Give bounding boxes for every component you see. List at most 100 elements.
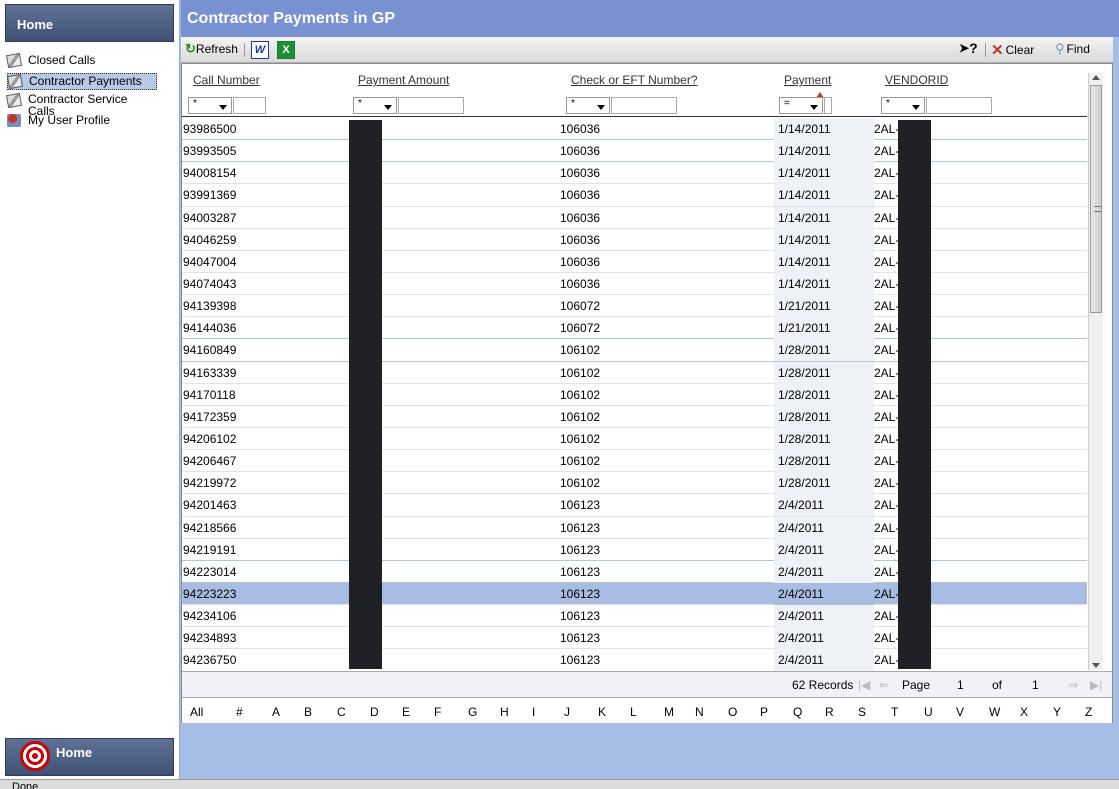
column-header-check-number[interactable]: Check or EFT Number? [571,73,698,87]
redaction-bar-vendorid [898,120,931,669]
table-row[interactable]: 94223223 106123 2/4/2011 2AL- [182,582,1087,606]
table-row[interactable]: 94219191 106123 2/4/2011 2AL- [182,538,1087,561]
refresh-button[interactable]: ↻ Refresh [185,41,238,57]
check-number-cell: 106102 [560,387,601,402]
home-footer-button[interactable]: Home [5,738,174,776]
filter-value-input[interactable] [926,97,992,114]
alpha-filter-link[interactable]: D [370,705,379,719]
alpha-filter-link[interactable]: M [664,705,674,719]
table-row[interactable]: 94074043 106036 1/14/2011 2AL- [182,272,1087,296]
nav-item-contractor-service-calls[interactable]: Contractor Service Calls [5,92,167,117]
alpha-filter-link[interactable]: Y [1053,705,1061,719]
target-icon [20,741,50,771]
filter-operator-select[interactable]: * [188,97,232,114]
table-row[interactable]: 94008154 106036 1/14/2011 2AL- [182,162,1087,185]
help-cursor-icon[interactable]: ➤? [959,40,978,56]
alpha-filter-link[interactable]: P [760,705,768,719]
table-row[interactable]: 94206102 106102 1/28/2011 2AL- [182,427,1087,451]
alpha-filter-link[interactable]: T [891,705,898,719]
search-icon: ⚲ [1055,41,1065,56]
alpha-filter-link[interactable]: # [236,705,243,719]
alpha-filter-link[interactable]: H [500,705,509,719]
excel-export-icon[interactable]: X [277,41,295,59]
current-page[interactable]: 1 [957,678,964,692]
table-row[interactable]: 94144036 106072 1/21/2011 2AL- [182,317,1087,340]
vendorid-cell: 2AL- [874,321,900,336]
filter-value-input[interactable] [611,97,677,114]
alpha-filter-link[interactable]: U [924,705,933,719]
nav-item-contractor-payments[interactable]: Contractor Payments [6,73,157,90]
alpha-filter-link[interactable]: E [402,705,410,719]
column-header-call-number[interactable]: Call Number [193,73,260,87]
table-row[interactable]: 94201463 106123 2/4/2011 2AL- [182,494,1087,517]
filter-operator-select[interactable]: * [566,97,610,114]
alpha-filter-link[interactable]: S [858,705,866,719]
table-row[interactable]: 94160849 106102 1/28/2011 2AL- [182,339,1087,362]
alpha-filter-link[interactable]: B [304,705,312,719]
filter-value-input[interactable] [398,97,464,114]
table-row[interactable]: 94172359 106102 1/28/2011 2AL- [182,405,1087,428]
table-row[interactable]: 94206467 106102 1/28/2011 2AL- [182,450,1087,473]
alpha-filter-link[interactable]: G [468,705,477,719]
first-page-icon[interactable]: |◀ [858,678,870,692]
alpha-filter-link[interactable]: Q [793,705,802,719]
table-row[interactable]: 94139398 106072 1/21/2011 2AL- [182,295,1087,318]
filter-value-input[interactable] [233,97,266,114]
alpha-filter-link[interactable]: N [695,705,704,719]
alpha-filter-link[interactable]: All [190,705,203,719]
alpha-filter-link[interactable]: I [532,705,535,719]
nav-item-closed-calls[interactable]: Closed Calls [5,52,95,70]
alpha-filter-link[interactable]: O [728,705,737,719]
alpha-filter-link[interactable]: A [272,705,280,719]
scroll-down-icon[interactable] [1092,663,1100,668]
alpha-filter-link[interactable]: J [564,705,570,719]
last-page-icon[interactable]: ▶| [1090,678,1102,692]
table-row[interactable]: 94218566 106123 2/4/2011 2AL- [182,516,1087,539]
table-row[interactable]: 93991369 106036 1/14/2011 2AL- [182,184,1087,207]
filter-value-input[interactable] [824,97,832,114]
vendorid-cell: 2AL- [874,387,900,402]
refresh-label: Refresh [195,42,238,56]
scroll-up-icon[interactable] [1092,75,1100,80]
vertical-scrollbar[interactable] [1088,73,1103,670]
column-header-payment-amount[interactable]: Payment Amount [358,73,449,87]
table-row[interactable]: 94219972 106102 1/28/2011 2AL- [182,472,1087,495]
table-row[interactable]: 93986500 106036 1/14/2011 2AL- [182,118,1087,141]
alpha-filter-link[interactable]: X [1020,705,1028,719]
alpha-filter-link[interactable]: L [630,705,637,719]
alpha-filter-link[interactable]: F [434,705,441,719]
filter-operator-select[interactable]: * [881,97,925,114]
table-row[interactable]: 94236750 106123 2/4/2011 2AL- [182,649,1087,671]
call-number-cell: 94160849 [183,343,237,358]
filter-operator-select[interactable]: = [779,97,823,114]
scrollbar-thumb[interactable] [1090,85,1102,313]
check-number-cell: 106123 [560,631,601,646]
nav-item-my-user-profile[interactable]: My User Profile [7,113,110,130]
table-row[interactable]: 94223014 106123 2/4/2011 2AL- [182,560,1087,583]
clear-button[interactable]: ✕ Clear [991,41,1034,59]
table-row[interactable]: 94003287 106036 1/14/2011 2AL- [182,206,1087,229]
table-row[interactable]: 94234106 106123 2/4/2011 2AL- [182,605,1087,628]
table-row[interactable]: 94163339 106102 1/28/2011 2AL- [182,361,1087,384]
toolbar-divider [244,43,245,57]
table-row[interactable]: 94234893 106123 2/4/2011 2AL- [182,627,1087,650]
table-row[interactable]: 93993505 106036 1/14/2011 2AL- [182,140,1087,163]
check-number-cell: 106072 [560,299,601,314]
next-page-icon[interactable]: ⇒ [1068,678,1078,692]
word-export-icon[interactable]: W [251,41,269,59]
alpha-filter-link[interactable]: Z [1085,705,1092,719]
table-row[interactable]: 94046259 106036 1/14/2011 2AL- [182,228,1087,251]
find-button[interactable]: ⚲ Find [1055,41,1090,57]
alpha-filter-link[interactable]: W [989,705,1000,719]
table-row[interactable]: 94170118 106102 1/28/2011 2AL- [182,383,1087,406]
filter-operator-select[interactable]: * [353,97,397,114]
previous-page-icon[interactable]: ⇐ [879,678,889,692]
alpha-filter-link[interactable]: K [598,705,606,719]
table-row[interactable]: 94047004 106036 1/14/2011 2AL- [182,250,1087,273]
alpha-filter-link[interactable]: V [956,705,964,719]
home-header-button[interactable]: Home [5,4,174,42]
alpha-filter-link[interactable]: R [825,705,834,719]
column-header-payment-date[interactable]: Payment [784,73,831,87]
alpha-filter-link[interactable]: C [337,705,346,719]
column-header-vendorid[interactable]: VENDORID [885,73,948,87]
